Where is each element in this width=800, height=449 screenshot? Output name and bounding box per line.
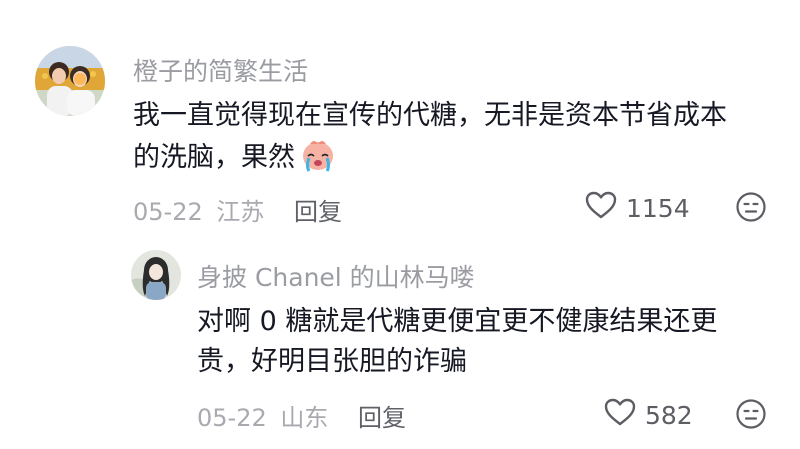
- comment-date: 05-22: [133, 198, 203, 226]
- comment-username[interactable]: 橙子的简繁生活: [133, 52, 308, 88]
- reply-text-line: 贵，好明目张胆的诈骗: [197, 346, 467, 377]
- like-count: 582: [645, 400, 693, 430]
- reply-text-line: 对啊 0 糖就是代糖更便宜更不健康结果还更: [197, 306, 718, 337]
- crying-face-emoji: [298, 136, 338, 184]
- reply-text: 对啊 0 糖就是代糖更便宜更不健康结果还更 贵，好明目张胆的诈骗: [197, 302, 777, 382]
- avatar[interactable]: [35, 46, 105, 116]
- like-button[interactable]: 1154: [584, 190, 690, 226]
- comment-item: 橙子的简繁生活 我一直觉得现在宣传的代糖，无非是资本节省成本 的洗脑，果然 05…: [0, 0, 800, 235]
- heart-outline-icon: [584, 190, 618, 226]
- comment-text-line: 的洗脑，果然: [133, 142, 295, 173]
- reply-date: 05-22: [197, 404, 267, 432]
- comment-location: 江苏: [216, 198, 265, 226]
- avatar[interactable]: [131, 250, 181, 300]
- like-button[interactable]: 582: [603, 397, 693, 433]
- reply-location: 山东: [280, 404, 329, 432]
- reply-meta: 05-22 山东 回复: [197, 398, 406, 433]
- reply-button[interactable]: 回复: [358, 404, 406, 432]
- heart-outline-icon: [603, 397, 637, 433]
- meh-face-icon[interactable]: [735, 398, 767, 430]
- reply-item: 身披 Chanel 的山林马喽 对啊 0 糖就是代糖更便宜更不健康结果还更 贵，…: [0, 236, 800, 449]
- like-count: 1154: [626, 193, 690, 223]
- reply-button[interactable]: 回复: [294, 198, 342, 226]
- comment-text-line-2: 的洗脑，果然: [133, 136, 773, 184]
- comment-text: 我一直觉得现在宣传的代糖，无非是资本节省成本 的洗脑，果然: [133, 96, 773, 184]
- reply-username[interactable]: 身披 Chanel 的山林马喽: [197, 258, 475, 294]
- comment-meta: 05-22 江苏 回复: [133, 192, 342, 227]
- meh-face-icon[interactable]: [735, 191, 767, 223]
- comment-text-line: 我一直觉得现在宣传的代糖，无非是资本节省成本: [133, 100, 727, 131]
